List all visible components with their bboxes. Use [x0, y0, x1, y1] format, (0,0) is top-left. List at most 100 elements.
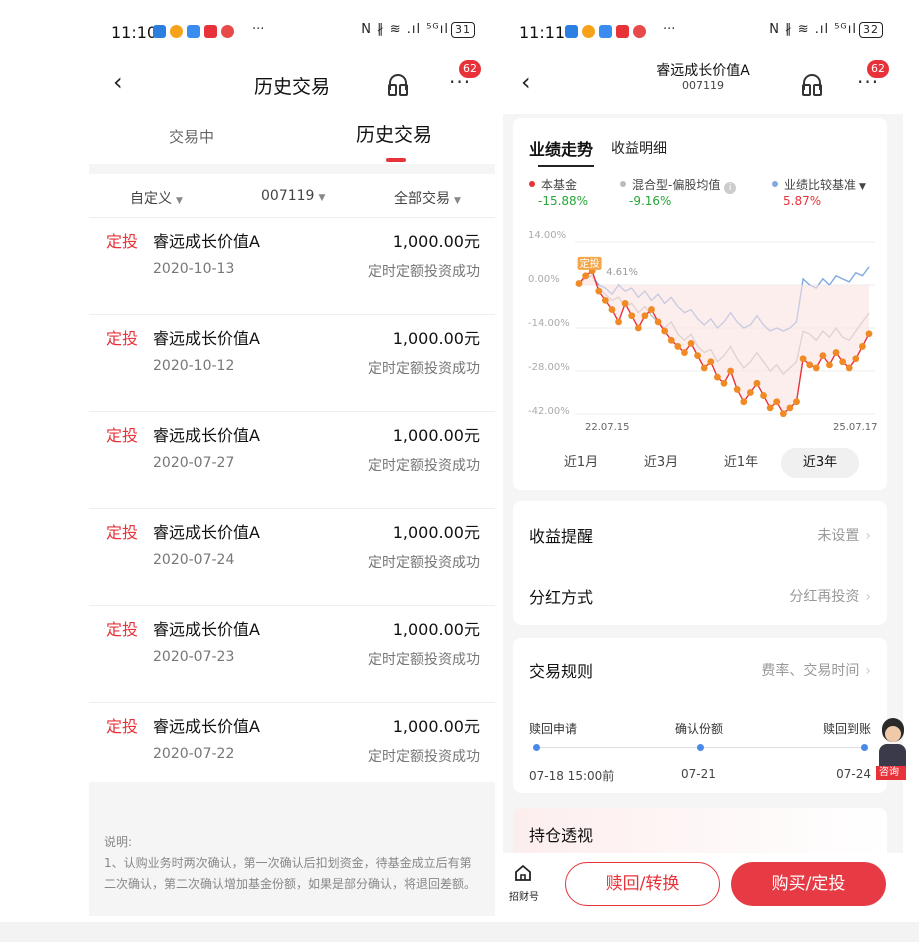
battery-icon: 32 — [859, 22, 883, 38]
info-icon[interactable]: i — [724, 182, 737, 194]
tab-history[interactable]: 历史交易 — [356, 120, 432, 147]
status-more-dots: ··· — [663, 22, 676, 37]
step-dot — [861, 744, 868, 751]
tab-income-detail[interactable]: 收益明细 — [611, 138, 667, 158]
invest-point — [786, 404, 794, 412]
caret-down-icon: ▼ — [318, 193, 326, 203]
status-bar: 11:10 ··· N ∦ ≋ .ıl ⁵ᴳıl 31 — [89, 10, 495, 50]
trade-date: 2020-10-12 — [153, 358, 235, 374]
invest-point — [865, 330, 873, 338]
invest-point — [654, 318, 662, 326]
filter-type-label: 全部交易 — [394, 191, 450, 207]
fund-name: 睿远成长价值A — [153, 426, 260, 445]
buy-auto-invest-button[interactable]: 购买/定投 — [731, 862, 886, 906]
invest-point — [819, 352, 827, 360]
step-dot — [533, 744, 540, 751]
range-3m[interactable]: 近3月 — [637, 448, 685, 478]
filter-date-label: 自定义 — [130, 191, 172, 207]
step-date: 07-21 — [681, 767, 716, 781]
trade-row[interactable]: 定投 睿远成长价值A 1,000.00元 2020-07-24 定时定额投资成功 — [89, 509, 495, 606]
trade-rules-value-text: 费率、交易时间 — [761, 663, 860, 679]
filter-fund-label: 007119 — [261, 188, 315, 204]
weibo-icon — [582, 25, 595, 38]
invest-point — [740, 398, 748, 406]
invest-point — [806, 361, 814, 369]
home-icon[interactable] — [513, 863, 533, 883]
consult-label: 咨询 — [876, 766, 906, 780]
avatar-body — [879, 744, 906, 768]
range-1m[interactable]: 近1月 — [557, 448, 605, 478]
trade-status: 定时定额投资成功 — [368, 749, 480, 765]
screenshot-root: 11:10 ··· N ∦ ≋ .ıl ⁵ᴳıl 31 ‹ 历史交易 ··· 62… — [0, 0, 919, 942]
invest-point — [753, 379, 761, 387]
dividend-row[interactable]: 分红方式 分红再投资 › — [529, 584, 871, 608]
invest-point — [779, 410, 787, 418]
filter-type[interactable]: 全部交易 ▼ — [394, 188, 461, 208]
income-alert-row[interactable]: 收益提醒 未设置 › — [529, 523, 871, 547]
step-label: 确认份额 — [675, 722, 724, 736]
avatar-face — [885, 726, 901, 742]
filter-date[interactable]: 自定义 ▼ — [130, 188, 183, 208]
invest-point — [634, 324, 642, 332]
invest-point — [760, 392, 767, 399]
advisor-avatar[interactable]: 咨询 — [876, 714, 906, 780]
performance-chart[interactable]: 定投4.61%-41.89% — [575, 238, 875, 418]
invest-point — [714, 373, 721, 381]
trade-row[interactable]: 定投 睿远成长价值A 1,000.00元 2020-07-23 定时定额投资成功 — [89, 606, 495, 703]
trade-amount: 1,000.00元 — [392, 329, 480, 348]
legend-fund-value: -15.88% — [538, 194, 589, 208]
filter-fund[interactable]: 007119 ▼ — [261, 188, 325, 204]
invest-point — [799, 355, 807, 363]
tab-in-progress[interactable]: 交易中 — [169, 126, 214, 147]
range-1y[interactable]: 近1年 — [717, 448, 765, 478]
legend-label: 本基金 — [541, 178, 578, 192]
invest-point — [773, 398, 781, 406]
invest-tag: 定投 — [580, 257, 600, 270]
trade-type-tag: 定投 — [106, 620, 139, 639]
fund-area-fill — [579, 270, 869, 414]
legend-dot — [620, 181, 626, 187]
battery-icon: 31 — [451, 22, 475, 38]
trade-rules-row[interactable]: 交易规则 费率、交易时间 › — [529, 658, 871, 682]
customer-service-icon[interactable] — [802, 74, 822, 96]
invest-point — [852, 355, 860, 363]
trade-status: 定时定额投资成功 — [368, 458, 480, 474]
invest-point — [733, 386, 741, 393]
trade-date: 2020-10-13 — [153, 261, 235, 277]
trade-row[interactable]: 定投 睿远成长价值A 1,000.00元 2020-07-27 定时定额投资成功 — [89, 412, 495, 509]
invest-point — [694, 352, 702, 360]
trade-rules-card: 交易规则 费率、交易时间 › 赎回申请 确认份额 赎回到账 07-18 15:00前… — [513, 638, 887, 793]
history-trade-screen: 11:10 ··· N ∦ ≋ .ıl ⁵ᴳıl 31 ‹ 历史交易 ··· 62… — [89, 10, 495, 916]
tab-performance[interactable]: 业绩走势 — [529, 136, 593, 160]
performance-card: 业绩走势 收益明细 本基金 -15.88% 混合型-偏股均值 i -9.16% … — [513, 118, 887, 490]
customer-service-icon[interactable] — [388, 74, 408, 96]
range-3y[interactable]: 近3年 — [781, 448, 859, 478]
trade-date: 2020-07-27 — [153, 455, 235, 471]
legend-benchmark[interactable]: 业绩比较基准 ▼ — [772, 176, 866, 193]
invest-point — [700, 364, 708, 372]
trade-date: 2020-07-24 — [153, 552, 235, 568]
note-body: 1、认购业务时两次确认，第一次确认后扣划资金，待基金成立后有第二次确认，第二次确… — [104, 856, 477, 891]
fund-name: 睿远成长价值A — [153, 620, 260, 639]
income-alert-value-text: 未设置 — [817, 528, 860, 544]
caret-down-icon: ▼ — [454, 196, 461, 206]
trade-type-tag: 定投 — [106, 329, 139, 348]
settings-card: 收益提醒 未设置 › 分红方式 分红再投资 › — [513, 501, 887, 625]
invest-point — [615, 318, 622, 326]
trade-type-tag: 定投 — [106, 717, 139, 736]
x-start-label: 22.07.15 — [585, 422, 630, 433]
income-alert-value: 未设置 › — [817, 525, 871, 545]
status-right-icons: N ∦ ≋ .ıl ⁵ᴳıl 31 — [361, 22, 475, 38]
invest-point — [661, 327, 669, 335]
dividend-label: 分红方式 — [529, 588, 594, 607]
x-end-label: 25.07.17 — [833, 422, 878, 433]
trade-row[interactable]: 定投 睿远成长价值A 1,000.00元 2020-10-12 定时定额投资成功 — [89, 315, 495, 412]
redeem-switch-button[interactable]: 赎回/转换 — [565, 862, 720, 906]
note-text: 说明: 1、认购业务时两次确认，第一次确认后扣划资金，待基金成立后有第二次确认，… — [104, 832, 480, 895]
y-tick-label: -42.00% — [528, 406, 570, 417]
legend-dot — [529, 181, 535, 187]
legend-label: 业绩比较基准 — [784, 178, 857, 192]
trade-row[interactable]: 定投 睿远成长价值A 1,000.00元 2020-10-13 定时定额投资成功 — [89, 218, 495, 315]
step-label: 赎回到账 — [822, 722, 871, 736]
filter-bar: 自定义 ▼ 007119 ▼ 全部交易 ▼ — [89, 174, 495, 218]
